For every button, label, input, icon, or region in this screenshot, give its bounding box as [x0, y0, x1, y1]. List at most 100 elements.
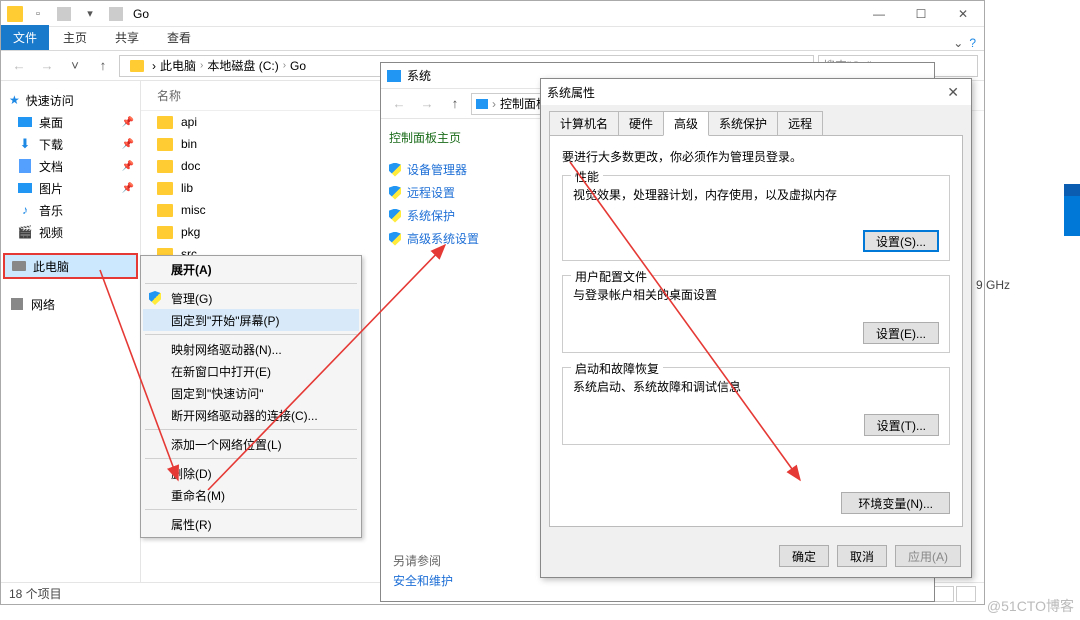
breadcrumb[interactable]: Go: [290, 59, 306, 73]
share-tab[interactable]: 共享: [101, 25, 153, 50]
dialog-title: 系统属性: [547, 84, 595, 101]
breadcrumb[interactable]: 本地磁盘 (C:): [207, 57, 278, 74]
home-tab[interactable]: 主页: [49, 25, 101, 50]
profile-group-title: 用户配置文件: [571, 268, 651, 285]
forward-button[interactable]: →: [415, 92, 439, 116]
shield-icon: [149, 291, 161, 305]
security-link[interactable]: 安全和维护: [393, 572, 453, 589]
close-button[interactable]: ✕: [942, 1, 984, 27]
folder-icon: [157, 116, 173, 129]
menu-pin-quick[interactable]: 固定到"快速访问": [143, 382, 359, 404]
breadcrumb[interactable]: 此电脑: [160, 57, 196, 74]
large-icons-view-icon[interactable]: [956, 586, 976, 602]
tab-protection[interactable]: 系统保护: [708, 111, 778, 136]
minimize-button[interactable]: —: [858, 1, 900, 27]
close-button[interactable]: ✕: [941, 84, 965, 101]
ribbon-help-icon[interactable]: ?: [969, 36, 976, 50]
back-button[interactable]: ←: [7, 54, 31, 78]
forward-button[interactable]: →: [35, 54, 59, 78]
tab-remote[interactable]: 远程: [777, 111, 823, 136]
sidebar-item-documents[interactable]: 文档📌: [1, 155, 140, 177]
sidebar-item-music[interactable]: ♪音乐: [1, 199, 140, 221]
menu-manage[interactable]: 管理(G): [143, 287, 359, 309]
menu-disconnect-drive[interactable]: 断开网络驱动器的连接(C)...: [143, 404, 359, 426]
menu-expand[interactable]: 展开(A): [143, 258, 359, 280]
windows-taskbar-accent: [1064, 184, 1080, 236]
system-properties-dialog: 系统属性 ✕ 计算机名 硬件 高级 系统保护 远程 要进行大多数更改，你必须作为…: [540, 78, 972, 578]
system-icon: [387, 70, 401, 82]
folder-icon: [157, 182, 173, 195]
sidebar-item-network[interactable]: 网络: [1, 293, 140, 315]
back-button[interactable]: ←: [387, 92, 411, 116]
sidebar-item-desktop[interactable]: 桌面📌: [1, 111, 140, 133]
shield-icon: [389, 186, 401, 200]
menu-new-window[interactable]: 在新窗口中打开(E): [143, 360, 359, 382]
advanced-settings-link[interactable]: 高级系统设置: [389, 227, 523, 250]
dialog-tabs: 计算机名 硬件 高级 系统保护 远程: [541, 105, 971, 136]
qat-icon[interactable]: ▫: [31, 7, 45, 21]
shield-icon: [389, 209, 401, 223]
up-button[interactable]: ↑: [91, 54, 115, 78]
startup-settings-button[interactable]: 设置(T)...: [864, 414, 939, 436]
window-title: 系统: [407, 67, 431, 84]
sidebar-item-thispc[interactable]: 此电脑: [5, 255, 136, 277]
quick-access[interactable]: ★快速访问: [1, 89, 140, 111]
folder-icon: [7, 6, 23, 22]
recent-button[interactable]: ˅: [63, 54, 87, 78]
startup-group-title: 启动和故障恢复: [571, 360, 663, 377]
ribbon-expand-icon[interactable]: ⌄: [953, 36, 963, 50]
menu-map-drive[interactable]: 映射网络驱动器(N)...: [143, 338, 359, 360]
watermark: @51CTO博客: [987, 596, 1074, 616]
cp-home-link[interactable]: 控制面板主页: [389, 129, 523, 146]
see-also-label: 另请参阅: [393, 552, 441, 569]
ghz-text: 9 GHz: [976, 278, 1010, 292]
window-title: Go: [133, 7, 149, 21]
startup-desc: 系统启动、系统故障和调试信息: [573, 378, 939, 395]
perf-settings-button[interactable]: 设置(S)...: [863, 230, 939, 252]
cancel-button[interactable]: 取消: [837, 545, 887, 567]
perf-desc: 视觉效果，处理器计划，内存使用，以及虚拟内存: [573, 186, 939, 203]
folder-icon: [157, 138, 173, 151]
system-sidebar: 控制面板主页 设备管理器 远程设置 系统保护 高级系统设置 另请参阅 安全和维护: [381, 119, 531, 601]
env-vars-button[interactable]: 环境变量(N)...: [841, 492, 950, 514]
folder-icon: [157, 226, 173, 239]
explorer-titlebar: ▫ ▾ Go — ☐ ✕: [1, 1, 984, 27]
folder-icon: [157, 204, 173, 217]
qat-dropdown[interactable]: ▾: [83, 7, 97, 21]
tab-hardware[interactable]: 硬件: [618, 111, 664, 136]
perf-group-title: 性能: [571, 168, 603, 185]
menu-delete[interactable]: 删除(D): [143, 462, 359, 484]
up-button[interactable]: ↑: [443, 92, 467, 116]
sidebar-item-downloads[interactable]: ⬇下载📌: [1, 133, 140, 155]
remote-settings-link[interactable]: 远程设置: [389, 181, 523, 204]
tab-panel-advanced: 要进行大多数更改，你必须作为管理员登录。 性能 视觉效果，处理器计划，内存使用，…: [549, 135, 963, 527]
quick-access-toolbar: ▫ ▾: [31, 7, 127, 21]
folder-icon: [130, 60, 144, 72]
menu-pin-start[interactable]: 固定到"开始"屏幕(P): [143, 309, 359, 331]
system-protection-link[interactable]: 系统保护: [389, 204, 523, 227]
apply-button[interactable]: 应用(A): [895, 545, 961, 567]
shield-icon: [389, 232, 401, 246]
menu-properties[interactable]: 属性(R): [143, 513, 359, 535]
system-icon: [476, 99, 488, 109]
shield-icon: [389, 163, 401, 177]
item-count: 18 个项目: [9, 585, 62, 602]
menu-rename[interactable]: 重命名(M): [143, 484, 359, 506]
file-tab[interactable]: 文件: [1, 25, 49, 50]
ribbon-tabs: 文件 主页 共享 查看 ⌄ ?: [1, 27, 984, 51]
context-menu: 展开(A) 管理(G) 固定到"开始"屏幕(P) 映射网络驱动器(N)... 在…: [140, 255, 362, 538]
nav-pane: ★快速访问 桌面📌 ⬇下载📌 文档📌 图片📌 ♪音乐 🎬视频 此电脑 网络: [1, 81, 141, 582]
ok-button[interactable]: 确定: [779, 545, 829, 567]
view-tab[interactable]: 查看: [153, 25, 205, 50]
maximize-button[interactable]: ☐: [900, 1, 942, 27]
profile-desc: 与登录帐户相关的桌面设置: [573, 286, 939, 303]
admin-note: 要进行大多数更改，你必须作为管理员登录。: [562, 148, 950, 165]
tab-advanced[interactable]: 高级: [663, 111, 709, 136]
sidebar-item-videos[interactable]: 🎬视频: [1, 221, 140, 243]
menu-add-location[interactable]: 添加一个网络位置(L): [143, 433, 359, 455]
sidebar-item-pictures[interactable]: 图片📌: [1, 177, 140, 199]
device-manager-link[interactable]: 设备管理器: [389, 158, 523, 181]
profile-settings-button[interactable]: 设置(E)...: [863, 322, 939, 344]
tab-computer-name[interactable]: 计算机名: [549, 111, 619, 136]
details-view-icon[interactable]: [934, 586, 954, 602]
